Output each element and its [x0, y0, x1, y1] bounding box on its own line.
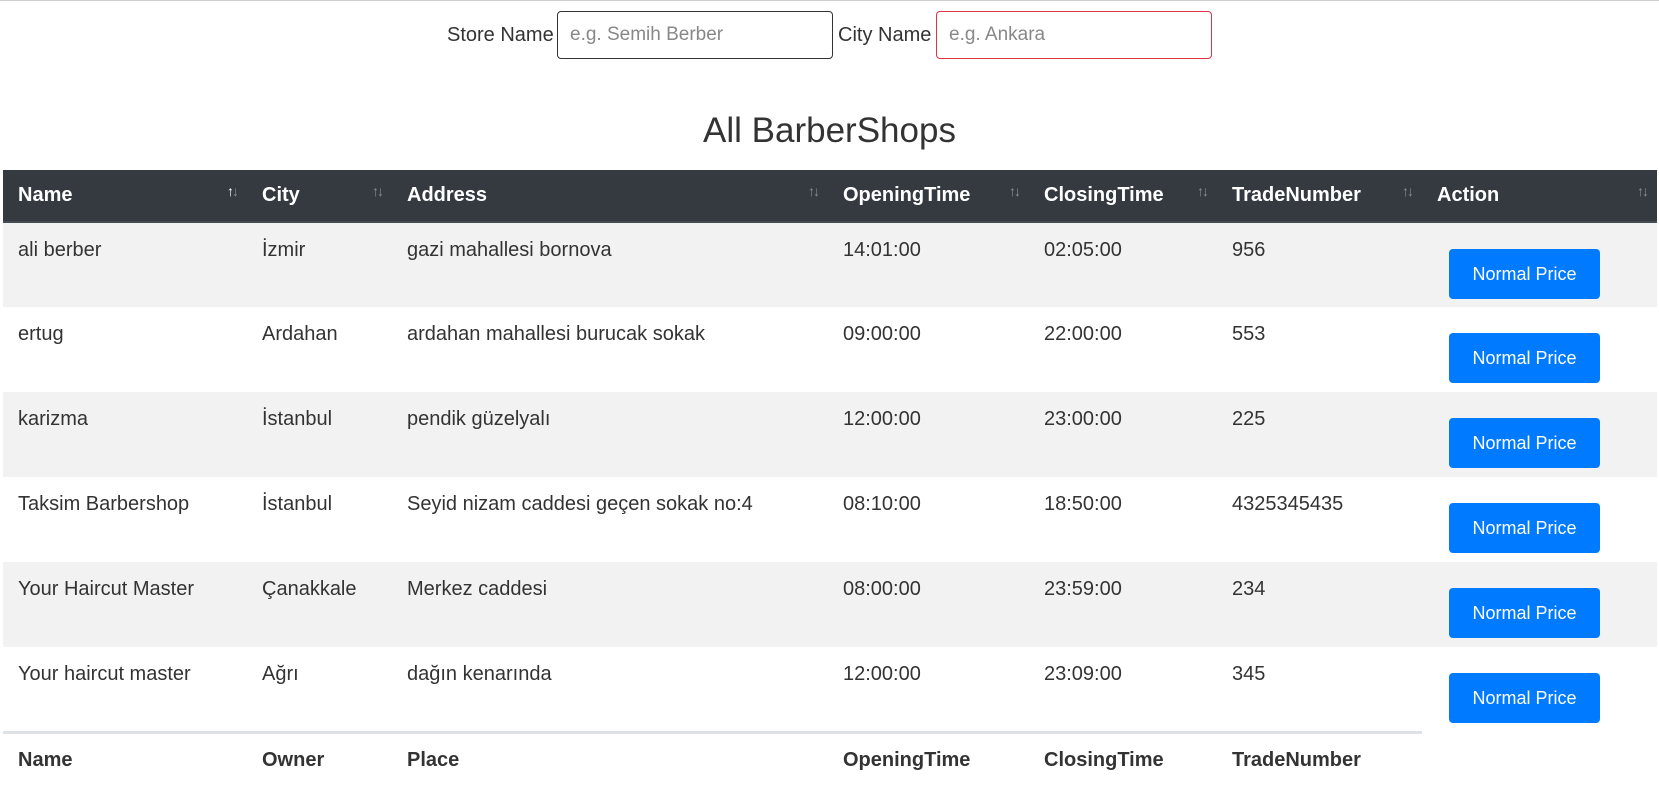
normal-price-button[interactable]: Normal Price [1449, 588, 1600, 638]
cell-address: pendik güzelyalı [392, 392, 828, 477]
table-row: ertug Ardahan ardahan mahallesi burucak … [3, 307, 1657, 392]
cell-name: karizma [3, 392, 247, 477]
cell-address: Merkez caddesi [392, 562, 828, 647]
cell-address: Seyid nizam caddesi geçen sokak no:4 [392, 477, 828, 562]
header-label: Address [407, 184, 488, 206]
cell-name: Your Haircut Master [3, 562, 247, 647]
page-title: All BarberShops [703, 111, 956, 150]
cell-opening-time: 09:00:00 [828, 307, 1029, 392]
cell-opening-time: 08:10:00 [828, 477, 1029, 562]
cell-closing-time: 18:50:00 [1029, 477, 1217, 562]
store-name-input[interactable] [557, 11, 833, 59]
cell-name: ertug [3, 307, 247, 392]
footer-empty [1422, 732, 1657, 787]
header-closing-time[interactable]: ClosingTime ↑↓ [1029, 170, 1217, 223]
cell-name: Taksim Barbershop [3, 477, 247, 562]
cell-trade-number: 4325345435 [1217, 477, 1422, 562]
normal-price-button[interactable]: Normal Price [1449, 418, 1600, 468]
cell-city: İstanbul [247, 477, 392, 562]
cell-trade-number: 553 [1217, 307, 1422, 392]
barbershops-table-container: Name ↑↓ City ↑↓ Address ↑↓ OpeningTime ↑↓ Cl… [3, 170, 1657, 790]
table-row: karizma İstanbul pendik güzelyalı 12:00:… [3, 392, 1657, 477]
header-label: Action [1437, 184, 1500, 206]
cell-trade-number: 234 [1217, 562, 1422, 647]
table-header-row: Name ↑↓ City ↑↓ Address ↑↓ OpeningTime ↑↓ Cl… [3, 170, 1657, 223]
cell-name: Your haircut master [3, 647, 247, 732]
cell-name: ali berber [3, 222, 247, 307]
cell-closing-time: 02:05:00 [1029, 222, 1217, 307]
normal-price-button[interactable]: Normal Price [1449, 333, 1600, 383]
cell-closing-time: 23:09:00 [1029, 647, 1217, 732]
table-row: Your Haircut Master Çanakkale Merkez cad… [3, 562, 1657, 647]
table-row: Your haircut master Ağrı dağın kenarında… [3, 647, 1657, 732]
header-city[interactable]: City ↑↓ [247, 170, 392, 223]
cell-action: Normal Price [1422, 222, 1657, 307]
header-label: ClosingTime [1044, 184, 1164, 206]
cell-action: Normal Price [1422, 307, 1657, 392]
table-row: Taksim Barbershop İstanbul Seyid nizam c… [3, 477, 1657, 562]
sort-arrows-icon[interactable]: ↑↓ [1009, 183, 1021, 199]
cell-action: Normal Price [1422, 562, 1657, 647]
cell-city: Çanakkale [247, 562, 392, 647]
normal-price-button[interactable]: Normal Price [1449, 673, 1600, 723]
cell-action: Normal Price [1422, 647, 1657, 732]
sort-arrows-icon[interactable]: ↑↓ [1197, 183, 1209, 199]
top-divider [0, 0, 1659, 1]
sort-arrows-icon[interactable]: ↑↓ [227, 183, 239, 199]
footer-place: Place [392, 730, 828, 787]
header-address[interactable]: Address ↑↓ [392, 170, 828, 223]
footer-owner: Owner [247, 730, 392, 787]
sort-arrows-icon[interactable]: ↑↓ [1637, 183, 1649, 199]
header-opening-time[interactable]: OpeningTime ↑↓ [828, 170, 1029, 223]
sort-arrows-icon[interactable]: ↑↓ [372, 183, 384, 199]
cell-address: ardahan mahallesi burucak sokak [392, 307, 828, 392]
header-label: Name [18, 184, 73, 206]
footer-closing-time: ClosingTime [1029, 730, 1217, 787]
city-name-label: City Name [838, 24, 932, 46]
cell-trade-number: 345 [1217, 647, 1422, 732]
cell-action: Normal Price [1422, 392, 1657, 477]
sort-arrows-icon[interactable]: ↑↓ [808, 183, 820, 199]
cell-closing-time: 23:00:00 [1029, 392, 1217, 477]
table-row: ali berber İzmir gazi mahallesi bornova … [3, 222, 1657, 307]
store-name-label: Store Name [447, 24, 554, 46]
header-label: TradeNumber [1232, 184, 1361, 206]
normal-price-button[interactable]: Normal Price [1449, 249, 1600, 299]
cell-address: dağın kenarında [392, 647, 828, 732]
header-label: City [262, 184, 300, 206]
cell-opening-time: 08:00:00 [828, 562, 1029, 647]
cell-city: İzmir [247, 222, 392, 307]
table-footer-row: Name Owner Place OpeningTime ClosingTime… [3, 730, 1657, 787]
cell-closing-time: 22:00:00 [1029, 307, 1217, 392]
cell-trade-number: 225 [1217, 392, 1422, 477]
cell-closing-time: 23:59:00 [1029, 562, 1217, 647]
footer-name: Name [3, 730, 247, 787]
header-action[interactable]: Action ↑↓ [1422, 170, 1657, 223]
cell-city: Ağrı [247, 647, 392, 732]
footer-opening-time: OpeningTime [828, 730, 1029, 787]
city-name-input[interactable] [936, 11, 1212, 59]
header-label: OpeningTime [843, 184, 971, 206]
cell-opening-time: 14:01:00 [828, 222, 1029, 307]
header-trade-number[interactable]: TradeNumber ↑↓ [1217, 170, 1422, 223]
cell-opening-time: 12:00:00 [828, 647, 1029, 732]
cell-action: Normal Price [1422, 477, 1657, 562]
header-name[interactable]: Name ↑↓ [3, 170, 247, 223]
search-bar: Store Name City Name [0, 11, 1659, 59]
sort-arrows-icon[interactable]: ↑↓ [1402, 183, 1414, 199]
cell-city: İstanbul [247, 392, 392, 477]
cell-address: gazi mahallesi bornova [392, 222, 828, 307]
normal-price-button[interactable]: Normal Price [1449, 503, 1600, 553]
footer-trade-number: TradeNumber [1217, 730, 1422, 787]
cell-trade-number: 956 [1217, 222, 1422, 307]
cell-opening-time: 12:00:00 [828, 392, 1029, 477]
cell-city: Ardahan [247, 307, 392, 392]
barbershops-table: Name ↑↓ City ↑↓ Address ↑↓ OpeningTime ↑↓ Cl… [3, 170, 1657, 787]
